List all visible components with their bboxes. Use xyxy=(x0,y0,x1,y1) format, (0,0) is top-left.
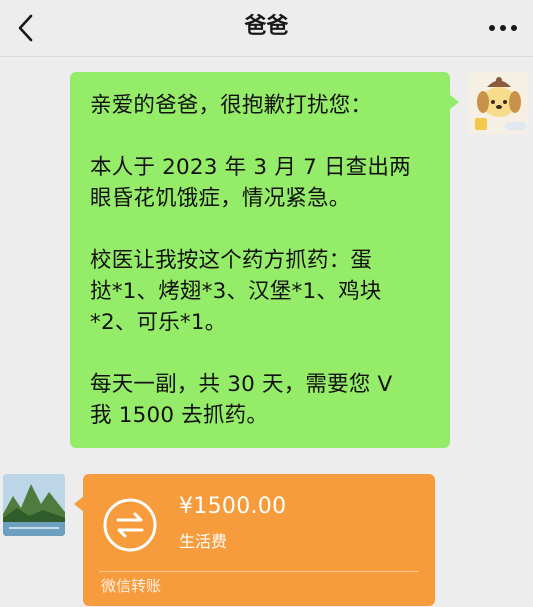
outgoing-text-message[interactable]: 亲爱的爸爸，很抱歉打扰您： 本人于 2023 年 3 月 7 日查出两 眼昏花饥… xyxy=(70,72,459,448)
message-paragraph: 亲爱的爸爸，很抱歉打扰您： xyxy=(90,93,373,118)
self-avatar[interactable] xyxy=(469,72,529,134)
more-button[interactable] xyxy=(485,14,521,42)
contact-avatar[interactable] xyxy=(3,474,65,536)
more-dots-icon xyxy=(489,25,517,31)
transfer-note: 生活费 xyxy=(179,532,228,551)
transfer-card[interactable]: ¥1500.00 生活费 微信转账 xyxy=(74,474,435,606)
message-paragraph: 校医让我按这个药方抓药：蛋 挞*1、烤翅*3、汉堡*1、鸡块 *2、可乐*1。 xyxy=(90,248,382,335)
transfer-arrows-icon xyxy=(103,498,157,552)
transfer-amount: ¥1500.00 xyxy=(179,494,287,519)
message-paragraph: 每天一副，共 30 天，需要您 V 我 1500 去抓药。 xyxy=(90,372,393,428)
cartoon-dog-avatar-icon xyxy=(469,72,529,134)
transfer-footer-label: 微信转账 xyxy=(101,577,162,595)
transfer-divider xyxy=(99,571,419,572)
chat-header: 爸爸 xyxy=(0,0,533,57)
landscape-avatar-icon xyxy=(3,474,65,536)
message-paragraph: 本人于 2023 年 3 月 7 日查出两 眼昏花饥饿症，情况紧急。 xyxy=(90,155,411,211)
chat-title: 爸爸 xyxy=(244,14,289,39)
